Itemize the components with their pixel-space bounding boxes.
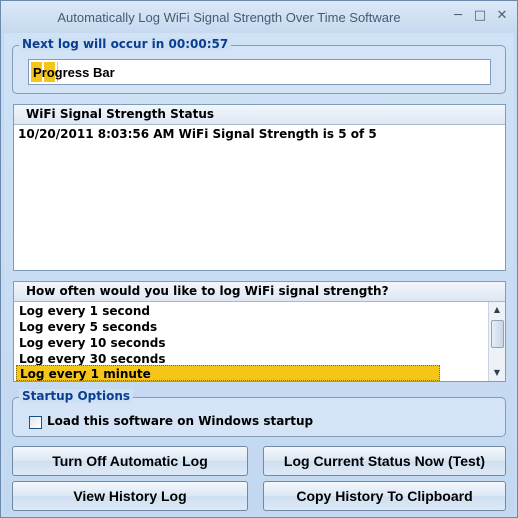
startup-options-group: Startup Options Load this software on Wi…	[12, 389, 506, 437]
startup-options-title: Startup Options	[19, 389, 134, 403]
next-log-group: Next log will occur in 00:00:57 Progress…	[12, 37, 506, 94]
progress-bar-text: Progress Bar	[33, 65, 115, 80]
app-window: Automatically Log WiFi Signal Strength O…	[0, 0, 518, 518]
scroll-up-icon[interactable]: ▲	[489, 302, 505, 318]
startup-checkbox[interactable]	[29, 416, 42, 429]
interval-scrollbar[interactable]: ▲ ▼	[488, 302, 505, 381]
view-history-log-button[interactable]: View History Log	[12, 481, 248, 511]
window-title: Automatically Log WiFi Signal Strength O…	[57, 10, 401, 25]
turn-off-automatic-log-button[interactable]: Turn Off Automatic Log	[12, 446, 248, 476]
interval-option-1m[interactable]: Log every 1 minute	[16, 365, 440, 381]
interval-option-1s[interactable]: Log every 1 second	[16, 303, 486, 319]
close-icon[interactable]: ✕	[493, 7, 511, 25]
maximize-icon[interactable]: □	[471, 7, 489, 25]
startup-checkbox-label[interactable]: Load this software on Windows startup	[47, 414, 313, 428]
status-panel[interactable]: WiFi Signal Strength Status 10/20/2011 8…	[13, 104, 506, 271]
status-panel-header: WiFi Signal Strength Status	[14, 105, 505, 125]
interval-list-header: How often would you like to log WiFi sig…	[14, 282, 505, 302]
scroll-down-icon[interactable]: ▼	[489, 365, 505, 381]
minimize-icon[interactable]: ─	[449, 7, 467, 25]
progress-bar: Progress Bar	[28, 59, 491, 85]
scroll-thumb[interactable]	[491, 320, 504, 348]
status-log-entry: 10/20/2011 8:03:56 AM WiFi Signal Streng…	[18, 127, 377, 141]
next-log-countdown: Next log will occur in 00:00:57	[19, 37, 232, 51]
interval-option-10s[interactable]: Log every 10 seconds	[16, 335, 486, 351]
interval-list[interactable]: How often would you like to log WiFi sig…	[13, 281, 506, 382]
copy-history-button[interactable]: Copy History To Clipboard	[263, 481, 506, 511]
client-area: Next log will occur in 00:00:57 Progress…	[4, 33, 514, 515]
interval-option-5s[interactable]: Log every 5 seconds	[16, 319, 486, 335]
log-current-status-button[interactable]: Log Current Status Now (Test)	[263, 446, 506, 476]
title-bar[interactable]: Automatically Log WiFi Signal Strength O…	[1, 1, 517, 33]
